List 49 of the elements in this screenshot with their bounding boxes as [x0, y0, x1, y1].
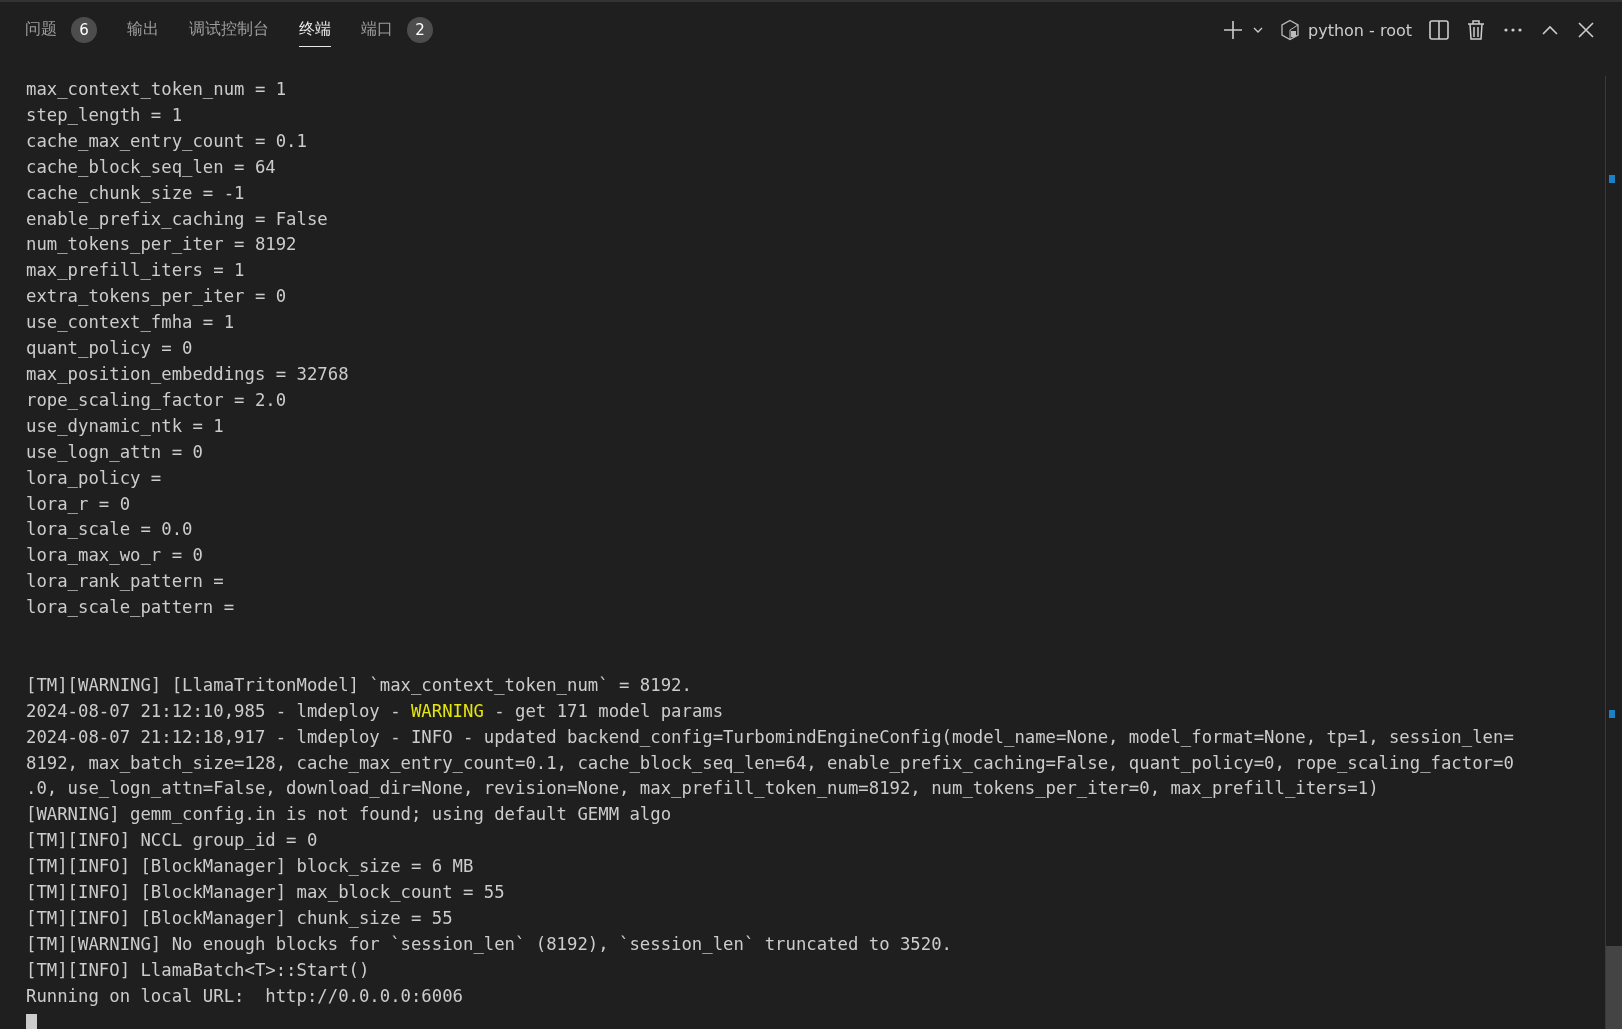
terminal-line: cache_block_seq_len = 64: [26, 155, 276, 179]
panel-tab[interactable]: 终端: [299, 13, 331, 47]
terminal-line: max_context_token_num = 1: [26, 78, 287, 101]
terminal-line: cache_max_entry_count = 0.1: [26, 129, 307, 153]
terminal-line: max_position_embeddings = 32768: [26, 362, 349, 386]
count-badge: 2: [407, 16, 433, 43]
terminal-line: Running on local URL: http://0.0.0.0:6006: [26, 984, 463, 1008]
terminal-line: max_prefill_iters = 1: [26, 259, 245, 283]
plus-icon[interactable]: [1222, 19, 1244, 41]
terminal-line: 8192, max_batch_size=128, cache_max_entry_count=0.1, cache_block_seq_len=64, enable_prefix_caching=False, quant_policy=0, rope_scaling_factor=0: [26, 751, 1514, 775]
terminal-line: [TM][INFO] [BlockManager] max_block_count = 55: [26, 881, 505, 905]
terminal-line: num_tokens_per_iter = 8192: [26, 233, 297, 257]
terminal-line: .0, use_logn_attn=False, download_dir=None, revision=None, max_prefill_token_num=8192, num_tokens_per_iter=0, max_prefill_iters=1): [26, 777, 1379, 801]
close-icon[interactable]: [1576, 20, 1596, 40]
panel-tab[interactable]: 问题 6: [25, 10, 97, 50]
text-cursor: [26, 1013, 37, 1029]
terminal-line: rope_scaling_factor = 2.0: [26, 388, 287, 412]
terminal-line: lora_policy =: [26, 466, 162, 490]
split-icon[interactable]: [1428, 19, 1450, 41]
scrollbar[interactable]: [1605, 76, 1622, 1029]
terminal-line: lora_scale_pattern =: [26, 596, 235, 620]
count-badge: 6: [71, 16, 97, 43]
terminal-line: [TM][INFO] [BlockManager] block_size = 6 MB: [26, 855, 474, 879]
trash-icon[interactable]: [1466, 19, 1486, 41]
terminal-line: [TM][INFO] LlamaBatch<T>::Start(): [26, 958, 370, 982]
panel-tab[interactable]: 端口 2: [361, 10, 433, 50]
terminal-line: 2024-08-07 21:12:10,985 - lmdeploy - WARNING - get 171 model params: [26, 699, 724, 723]
terminal-line: [TM][WARNING] No enough blocks for `session_len` (8192), `session_len` truncated to 3520.: [26, 932, 952, 956]
terminal-line: 2024-08-07 21:12:18,917 - lmdeploy - INFO - updated backend_config=TurbomindEngineConfig(model_name=None, model_format=None, tp=1, session_len=: [26, 725, 1514, 749]
terminal-line: cache_chunk_size = -1: [26, 181, 245, 205]
shell-icon: [1280, 19, 1300, 41]
terminal-line: enable_prefix_caching = False: [26, 207, 328, 231]
terminal-line: extra_tokens_per_iter = 0: [26, 285, 287, 309]
terminal-line: step_length = 1: [26, 103, 183, 127]
terminal-line: lora_max_wo_r = 0: [26, 544, 203, 568]
panel-tab[interactable]: 调试控制台: [189, 13, 269, 47]
terminal-line: quant_policy = 0: [26, 337, 193, 361]
terminal-line: [TM][INFO] NCCL group_id = 0: [26, 829, 318, 853]
terminal-line: use_context_fmha = 1: [26, 311, 235, 335]
terminal-line: use_logn_attn = 0: [26, 440, 203, 464]
panel-tab[interactable]: 输出: [127, 13, 159, 47]
terminal-line: [WARNING] gemm_config.in is not found; using default GEMM algo: [26, 803, 672, 827]
terminal-selector[interactable]: python - root: [1280, 19, 1412, 41]
terminal-line: use_dynamic_ntk = 1: [26, 414, 224, 438]
terminal-line: lora_scale = 0.0: [26, 518, 193, 542]
terminal-line: [TM][WARNING] [LlamaTritonModel] `max_context_token_num` = 8192.: [26, 673, 692, 697]
terminal-line: lora_r = 0: [26, 492, 131, 516]
terminal-line: lora_rank_pattern =: [26, 570, 224, 594]
terminal-line: [TM][INFO] [BlockManager] chunk_size = 55: [26, 907, 453, 930]
